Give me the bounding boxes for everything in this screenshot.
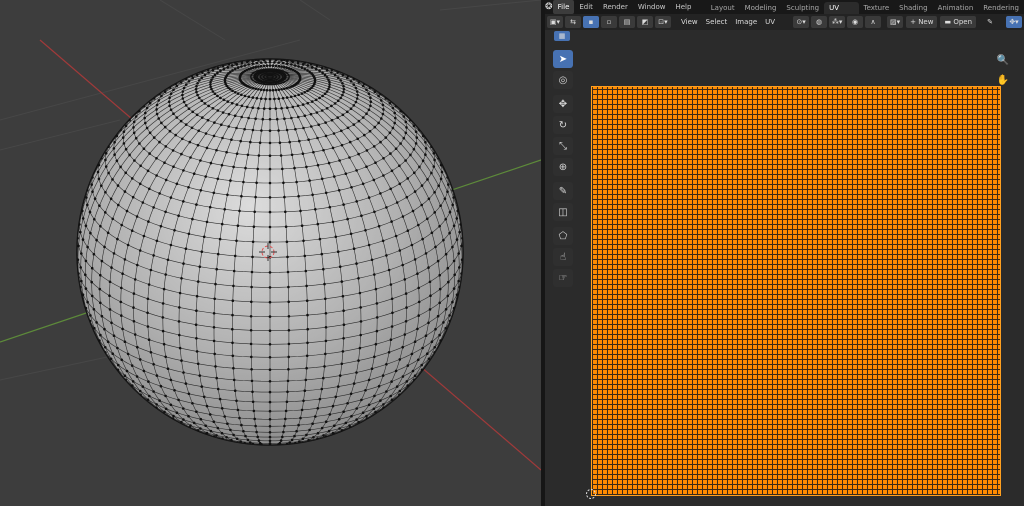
move-arrows-icon: ✥: [558, 98, 568, 110]
annotate-pen-icon: ✎: [558, 185, 568, 197]
cursor-arrow-icon: ➤: [558, 53, 568, 65]
new-image-label: New: [918, 18, 934, 26]
gizmo-icon[interactable]: ✥▾: [1006, 16, 1023, 28]
uv-menu-image[interactable]: Image: [731, 16, 761, 28]
snap-target-icon[interactable]: ⁂▾: [829, 16, 846, 28]
grab-icon: ⬠: [558, 230, 568, 242]
tab-sculpting[interactable]: Sculpting: [781, 2, 824, 14]
folder-icon: ▬: [944, 18, 954, 26]
pinch-icon: ☞: [558, 272, 568, 284]
menu-render[interactable]: Render: [598, 0, 633, 14]
viewport-3d[interactable]: [0, 0, 541, 506]
island-select-icon[interactable]: ◩: [637, 16, 653, 28]
pivot-point-icon[interactable]: ⊙▾: [793, 16, 810, 28]
image-browse-icon[interactable]: ▨▾: [887, 16, 904, 28]
scale-tool[interactable]: ⤡: [553, 137, 573, 155]
2d-cursor-icon[interactable]: [585, 488, 597, 500]
tab-uv-editing[interactable]: UV Editing: [824, 2, 859, 24]
cursor-target-icon: ◎: [558, 74, 568, 86]
uv-menu-select[interactable]: Select: [702, 16, 732, 28]
open-image-label: Open: [953, 18, 973, 26]
grab-tool[interactable]: ⬠: [553, 227, 573, 245]
blender-logo-icon[interactable]: ❂: [545, 0, 553, 14]
move-tool[interactable]: ✥: [553, 95, 573, 113]
pinch-tool[interactable]: ☞: [553, 269, 573, 287]
uv-editor-header: ▣▾ ⇆ ▪ ▫ ▤ ◩ ⊡▾ View Select Image UV ⊙▾ ◍ ⁂…: [545, 14, 1024, 30]
tab-shading[interactable]: Shading: [894, 2, 932, 14]
sync-selection-icon[interactable]: ⇆: [565, 16, 581, 28]
tab-animation[interactable]: Animation: [933, 2, 979, 14]
uv-subheader: ▦: [545, 30, 1024, 44]
vertex-select-icon[interactable]: ▪: [583, 16, 599, 28]
sticky-select-icon[interactable]: ⊡▾: [655, 16, 671, 28]
edge-select-icon[interactable]: ▫: [601, 16, 617, 28]
relax-icon: ☝: [559, 251, 567, 263]
relax-tool[interactable]: ☝: [553, 248, 573, 266]
tab-modeling[interactable]: Modeling: [740, 2, 782, 14]
snap-icon[interactable]: ◍: [811, 16, 828, 28]
uv-select-mode-icon[interactable]: ▦: [554, 31, 570, 41]
uv-menu-uv[interactable]: UV: [761, 16, 779, 28]
uv-editor-area: ❂ File Edit Render Window Help Layout Modelin…: [545, 0, 1024, 506]
falloff-icon[interactable]: ∧: [865, 16, 882, 28]
annotate-tool[interactable]: ✎: [553, 182, 573, 200]
new-image-button[interactable]: + New: [906, 16, 938, 28]
transform-tool[interactable]: ⊕: [553, 158, 573, 176]
editor-type-icon[interactable]: ▣▾: [547, 16, 563, 28]
menu-edit[interactable]: Edit: [574, 0, 598, 14]
plus-icon: +: [910, 18, 919, 26]
rip-region-tool[interactable]: ◫: [553, 203, 573, 221]
uv-menu-view[interactable]: View: [677, 16, 702, 28]
menu-help[interactable]: Help: [670, 0, 696, 14]
rotate-tool[interactable]: ↻: [553, 116, 573, 134]
pin-icon[interactable]: ✎: [982, 16, 998, 28]
viewport-canvas[interactable]: [0, 0, 541, 506]
rotate-icon: ↻: [558, 119, 568, 131]
zoom-icon[interactable]: 🔍: [995, 52, 1011, 68]
menu-file[interactable]: File: [552, 0, 575, 14]
uv-map-faces[interactable]: [591, 86, 1001, 496]
face-select-icon[interactable]: ▤: [619, 16, 635, 28]
tab-rendering[interactable]: Rendering: [978, 2, 1024, 14]
transform-icon: ⊕: [558, 161, 568, 173]
open-image-button[interactable]: ▬ Open: [940, 16, 977, 28]
cursor-tool[interactable]: ◎: [553, 71, 573, 89]
rip-region-icon: ◫: [558, 206, 568, 218]
select-box-tool[interactable]: ➤: [553, 50, 573, 68]
uv-toolbar: ➤ ◎ ✥ ↻ ⤡ ⊕ ✎ ◫ ⬠ ☝ ☞: [553, 50, 575, 290]
top-bar: ❂ File Edit Render Window Help Layout Modelin…: [545, 0, 1024, 24]
scale-icon: ⤡: [559, 140, 567, 152]
uv-sphere-mesh[interactable]: [76, 58, 464, 446]
menu-window[interactable]: Window: [633, 0, 671, 14]
proportional-editing-icon[interactable]: ◉: [847, 16, 864, 28]
tab-texture-paint[interactable]: Texture Paint: [859, 2, 895, 24]
tab-layout[interactable]: Layout: [706, 2, 740, 14]
